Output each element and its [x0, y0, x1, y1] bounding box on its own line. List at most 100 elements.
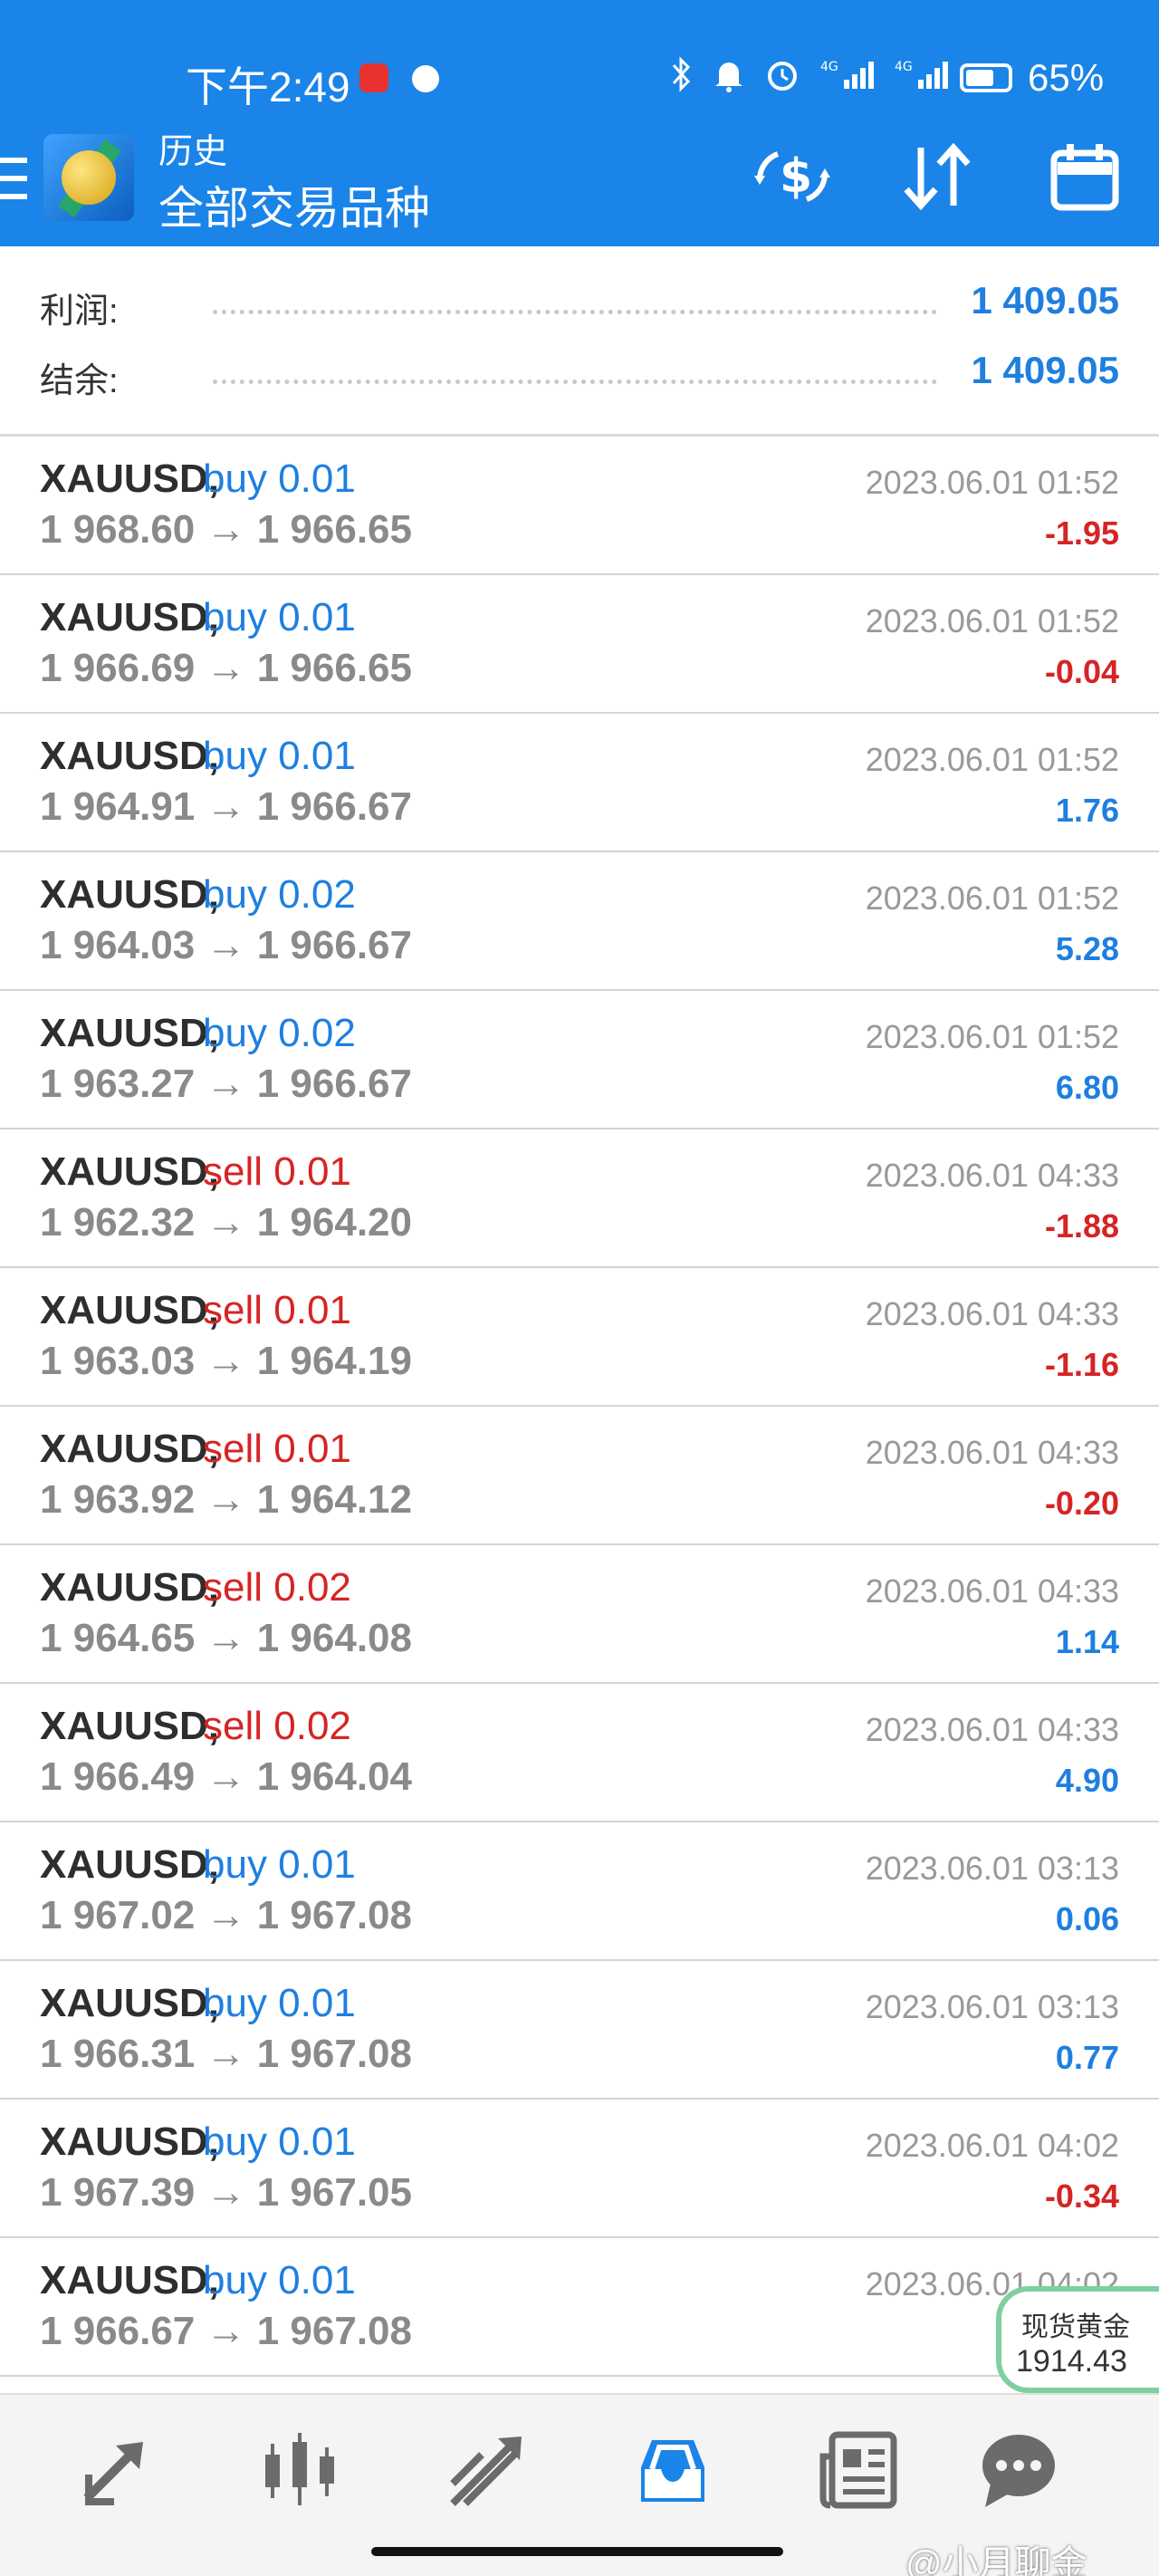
- svg-text:4G: 4G: [820, 60, 838, 74]
- trade-time: 2023.06.01 03:13: [865, 1988, 1119, 2025]
- app-logo: [43, 134, 134, 221]
- nav-history[interactable]: [623, 2420, 723, 2520]
- sort-icon: [904, 142, 971, 211]
- trade-symbol: XAUUSD,: [40, 2119, 220, 2164]
- page-title[interactable]: 全部交易品种: [158, 172, 430, 237]
- menu-icon[interactable]: [0, 158, 27, 199]
- trade-symbol: XAUUSD,: [40, 595, 220, 639]
- trade-prices: 1 964.03 → 1 966.67: [40, 923, 412, 967]
- trade-profit: 4.90: [1055, 1762, 1119, 1799]
- quotes-icon: [83, 2442, 143, 2505]
- profit-value: 1 409.05: [971, 279, 1120, 322]
- nav-quotes[interactable]: [65, 2420, 165, 2520]
- spot-gold-badge[interactable]: 现货黄金 1914.43: [996, 2286, 1159, 2393]
- table-row[interactable]: XAUUSD, sell 0.02 1 966.49 → 1 964.04 2023.…: [0, 1684, 1159, 1822]
- status-bar: 下午2:49 4G 4G 65%: [0, 36, 1159, 127]
- trade-profit: -1.16: [1044, 1346, 1119, 1383]
- nav-chat[interactable]: [969, 2420, 1068, 2520]
- battery-percent: 65%: [1028, 56, 1105, 99]
- trade-profit: 1.14: [1055, 1623, 1119, 1660]
- balance-row: 结余: 1 409.05: [0, 343, 1159, 407]
- chat-icon: [982, 2435, 1055, 2507]
- trade-side: buy 0.02: [203, 872, 356, 917]
- trade-profit: -0.04: [1044, 653, 1119, 690]
- trade-time: 2023.06.01 04:33: [865, 1711, 1119, 1748]
- calendar-icon: [1050, 144, 1119, 211]
- home-indicator[interactable]: [371, 2547, 783, 2556]
- trade-side: buy 0.01: [203, 2119, 356, 2164]
- notification-dot-icon: [412, 65, 439, 92]
- nav-news[interactable]: [809, 2420, 908, 2520]
- profit-label: 利润:: [40, 293, 119, 331]
- trade-time: 2023.06.01 03:13: [865, 1850, 1119, 1887]
- trade-side: buy 0.01: [203, 2258, 356, 2302]
- trade-prices: 1 964.65 → 1 964.08: [40, 1616, 412, 1660]
- signal-4g-icon: 4G: [820, 60, 874, 89]
- svg-text:4G: 4G: [895, 60, 913, 74]
- table-row[interactable]: XAUUSD, sell 0.01 1 963.03 → 1 964.19 2023.…: [0, 1268, 1159, 1407]
- trade-profit: 6.80: [1055, 1069, 1119, 1106]
- table-row[interactable]: XAUUSD, buy 0.01 1 968.60 → 1 966.65 2023.0…: [0, 437, 1159, 575]
- profit-row: 利润: 1 409.05: [0, 274, 1159, 337]
- trade-prices: 1 966.67 → 1 967.08: [40, 2309, 412, 2353]
- trade-symbol: XAUUSD,: [40, 1011, 220, 1055]
- trade-side: sell 0.02: [203, 1704, 351, 1748]
- trade-prices: 1 963.92 → 1 964.12: [40, 1477, 412, 1522]
- watermark: @小月聊金: [905, 2544, 1087, 2576]
- trade-side: sell 0.01: [203, 1427, 351, 1471]
- trade-time: 2023.06.01 01:52: [865, 464, 1119, 501]
- trade-symbol: XAUUSD,: [40, 457, 220, 501]
- trade-side: buy 0.01: [203, 1981, 356, 2025]
- trade-prices: 1 962.32 → 1 964.20: [40, 1200, 412, 1245]
- table-row[interactable]: XAUUSD, buy 0.02 1 963.27 → 1 966.67 2023.0…: [0, 991, 1159, 1129]
- trade-time: 2023.06.01 04:33: [865, 1572, 1119, 1610]
- chart-icon: [265, 2433, 334, 2505]
- history-icon: [641, 2440, 704, 2502]
- calendar-button[interactable]: [1044, 136, 1125, 217]
- trade-time: 2023.06.01 01:52: [865, 879, 1119, 917]
- trade-prices: 1 967.02 → 1 967.08: [40, 1893, 412, 1937]
- currency-exchange-icon: $: [754, 149, 830, 204]
- trade-side: buy 0.01: [203, 595, 356, 639]
- trade-symbol: XAUUSD,: [40, 1704, 220, 1748]
- currency-exchange-button[interactable]: $: [752, 136, 833, 217]
- trade-prices: 1 963.27 → 1 966.67: [40, 1062, 412, 1106]
- trade-side: sell 0.01: [203, 1149, 351, 1194]
- dotted-leader: [213, 310, 937, 314]
- table-row[interactable]: XAUUSD, sell 0.02 1 964.65 → 1 964.08 2023.…: [0, 1545, 1159, 1684]
- alarm-icon: [768, 62, 797, 91]
- trade-profit: 0.06: [1055, 1900, 1119, 1937]
- trade-symbol: XAUUSD,: [40, 1288, 220, 1332]
- trade-symbol: XAUUSD,: [40, 1842, 220, 1887]
- trade-time: 2023.06.01 04:33: [865, 1434, 1119, 1471]
- table-row[interactable]: XAUUSD, buy 0.01 1 967.02 → 1 967.08 2023.0…: [0, 1822, 1159, 1961]
- status-time: 下午2:49: [186, 63, 350, 111]
- table-row[interactable]: XAUUSD, buy 0.01 1 966.69 → 1 966.65 2023.0…: [0, 575, 1159, 714]
- trade-time: 2023.06.01 04:33: [865, 1157, 1119, 1194]
- page-title-small: 历史: [158, 133, 228, 171]
- table-row[interactable]: XAUUSD, buy 0.01 1 966.67 → 1 967.08 2023.0…: [0, 2238, 1159, 2377]
- trade-symbol: XAUUSD,: [40, 1427, 220, 1471]
- table-row[interactable]: XAUUSD, buy 0.01 1 966.31 → 1 967.08 2023.0…: [0, 1961, 1159, 2100]
- nav-trade[interactable]: [436, 2420, 536, 2520]
- table-row[interactable]: XAUUSD, sell 0.01 1 963.92 → 1 964.12 2023.…: [0, 1407, 1159, 1545]
- trade-prices: 1 968.60 → 1 966.65: [40, 507, 412, 552]
- table-row[interactable]: XAUUSD, sell 0.01 1 962.32 → 1 964.20 2023.…: [0, 1129, 1159, 1268]
- app-bar: 下午2:49 4G 4G 65% 历史 全部交易品种 $: [0, 0, 1159, 246]
- trade-history-list[interactable]: XAUUSD, buy 0.01 1 968.60 → 1 966.65 2023.0…: [0, 437, 1159, 2384]
- table-row[interactable]: XAUUSD, buy 0.02 1 964.03 → 1 966.67 2023.0…: [0, 852, 1159, 991]
- trade-profit: 1.76: [1055, 792, 1119, 829]
- nav-chart[interactable]: [251, 2420, 350, 2520]
- table-row[interactable]: XAUUSD, buy 0.01 1 964.91 → 1 966.67 2023.0…: [0, 714, 1159, 852]
- sort-button[interactable]: [896, 136, 978, 217]
- dotted-leader: [213, 380, 937, 384]
- trade-side: buy 0.01: [203, 734, 356, 778]
- svg-text:$: $: [780, 149, 812, 204]
- battery-icon: [960, 63, 1012, 92]
- trade-prices: 1 964.91 → 1 966.67: [40, 784, 412, 829]
- trade-time: 2023.06.01 04:02: [865, 2127, 1119, 2164]
- table-row[interactable]: XAUUSD, buy 0.01 1 967.39 → 1 967.05 2023.0…: [0, 2100, 1159, 2238]
- trade-side: sell 0.01: [203, 1288, 351, 1332]
- trade-time: 2023.06.01 04:33: [865, 1295, 1119, 1332]
- trade-time: 2023.06.01 01:52: [865, 602, 1119, 639]
